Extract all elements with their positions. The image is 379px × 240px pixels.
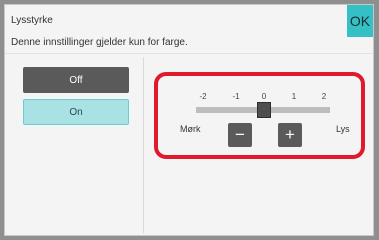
dialog-title: Lysstyrke: [11, 15, 53, 26]
header-divider: [5, 53, 373, 54]
ok-button[interactable]: OK: [347, 5, 373, 37]
brightness-dialog: Lysstyrke Denne innstillinger gjelder ku…: [4, 4, 374, 236]
light-label: Lys: [336, 124, 350, 134]
column-divider: [143, 57, 144, 233]
tick-label: -1: [232, 92, 240, 101]
tick-label: 1: [291, 92, 297, 101]
brightness-slider-handle[interactable]: [257, 102, 271, 118]
plus-icon[interactable]: +: [278, 123, 302, 147]
minus-icon[interactable]: −: [228, 123, 252, 147]
tick-label: 0: [261, 92, 267, 101]
off-button[interactable]: Off: [23, 67, 129, 93]
tick-label: 2: [321, 92, 327, 101]
dark-label: Mørk: [180, 124, 201, 134]
brightness-adjust-panel: -2 -1 0 1 2 Mørk − + Lys: [154, 72, 365, 159]
on-button[interactable]: On: [23, 99, 129, 125]
dialog-subtitle: Denne innstillinger gjelder kun for farg…: [11, 37, 188, 48]
tick-label: -2: [199, 92, 207, 101]
